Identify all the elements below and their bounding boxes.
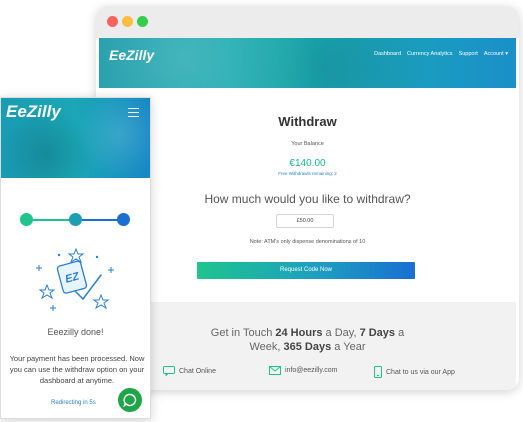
touch-line2-suffix: a Year <box>331 341 366 353</box>
mobile-screen: EeZilly EZ Eeezilly done! Your payment h… <box>0 97 151 419</box>
chat-bubble-icon <box>123 393 137 407</box>
browser-title-bar <box>96 6 519 38</box>
withdraw-question: How much would you like to withdraw? <box>204 192 411 206</box>
desktop-browser-window: EeZilly Dashboard Currency Analytics Sup… <box>96 6 519 390</box>
app-chat-label: Chat to us via our App <box>386 368 455 376</box>
page-title: Withdraw <box>278 114 337 129</box>
touch-year: 365 Days <box>283 341 332 353</box>
balance-label: Your Balance <box>291 141 324 147</box>
touch-hours: 24 Hours <box>275 327 323 339</box>
mobile-header: EeZilly <box>1 98 150 178</box>
chat-online-label: Chat Online <box>179 367 216 375</box>
free-withdrawals-note: Free Withdrawls remaining: 2 <box>278 171 337 176</box>
request-code-button[interactable]: Request Code Now <box>197 262 415 279</box>
desktop-header: EeZilly Dashboard Currency Analytics Sup… <box>99 38 516 88</box>
mobile-logo[interactable]: EeZilly <box>6 102 61 122</box>
progress-step-2 <box>69 213 82 226</box>
withdraw-panel: Withdraw Your Balance €140.00 Free Withd… <box>99 88 516 302</box>
phone-icon <box>374 366 382 378</box>
close-window-dot[interactable] <box>107 16 118 27</box>
atm-note: Note: ATM's only dispense denominations … <box>249 239 366 245</box>
processed-message: Your payment has been processed. Now you… <box>9 354 145 385</box>
nav-support[interactable]: Support <box>459 51 478 57</box>
touch-days: 7 Days <box>359 327 396 339</box>
balance-value: €140.00 <box>289 158 326 169</box>
touch-prefix: Get in Touch <box>210 327 276 339</box>
nav-account-dropdown[interactable]: Account ▾ <box>484 51 508 57</box>
maximize-window-dot[interactable] <box>137 16 148 27</box>
touch-suffix: a <box>395 327 405 339</box>
success-illustration-icon: EZ <box>36 247 114 311</box>
hamburger-menu-icon[interactable] <box>128 108 139 117</box>
withdraw-amount-input[interactable] <box>276 214 334 228</box>
get-in-touch-heading: Get in Touch 24 Hours a Day, 7 Days a We… <box>99 326 516 354</box>
email-link[interactable]: info@eezilly.com <box>269 366 338 375</box>
email-label: info@eezilly.com <box>285 367 338 374</box>
app-chat-link[interactable]: Chat to us via our App <box>374 366 455 378</box>
progress-step-1 <box>20 213 33 226</box>
done-title: Eeezilly done! <box>47 327 104 337</box>
touch-line2-prefix: Week, <box>249 341 284 353</box>
progress-step-3 <box>117 213 130 226</box>
chat-online-link[interactable]: Chat Online <box>163 366 216 376</box>
minimize-window-dot[interactable] <box>122 16 133 27</box>
nav-dashboard[interactable]: Dashboard <box>374 51 401 57</box>
desktop-logo[interactable]: EeZilly <box>109 47 154 63</box>
mail-icon <box>269 366 281 375</box>
chat-bubble-button[interactable] <box>118 388 142 412</box>
chat-icon <box>163 366 175 376</box>
desktop-nav: Dashboard Currency Analytics Support Acc… <box>374 51 508 57</box>
nav-currency-analytics[interactable]: Currency Analytics <box>407 51 453 57</box>
redirect-countdown: Redirecting in 5s <box>51 400 96 406</box>
touch-mid: a Day, <box>322 327 360 339</box>
contact-footer: Get in Touch 24 Hours a Day, 7 Days a We… <box>99 302 516 390</box>
progress-stepper <box>20 213 130 227</box>
